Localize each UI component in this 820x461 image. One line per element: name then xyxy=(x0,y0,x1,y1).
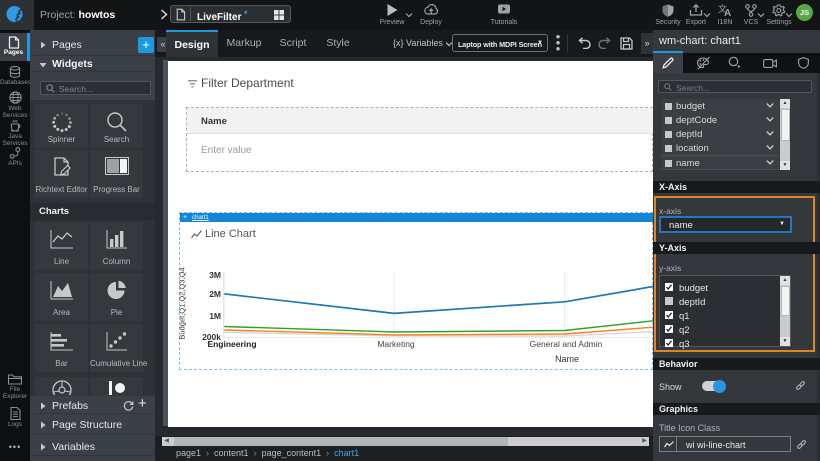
svg-text:A: A xyxy=(724,8,731,16)
